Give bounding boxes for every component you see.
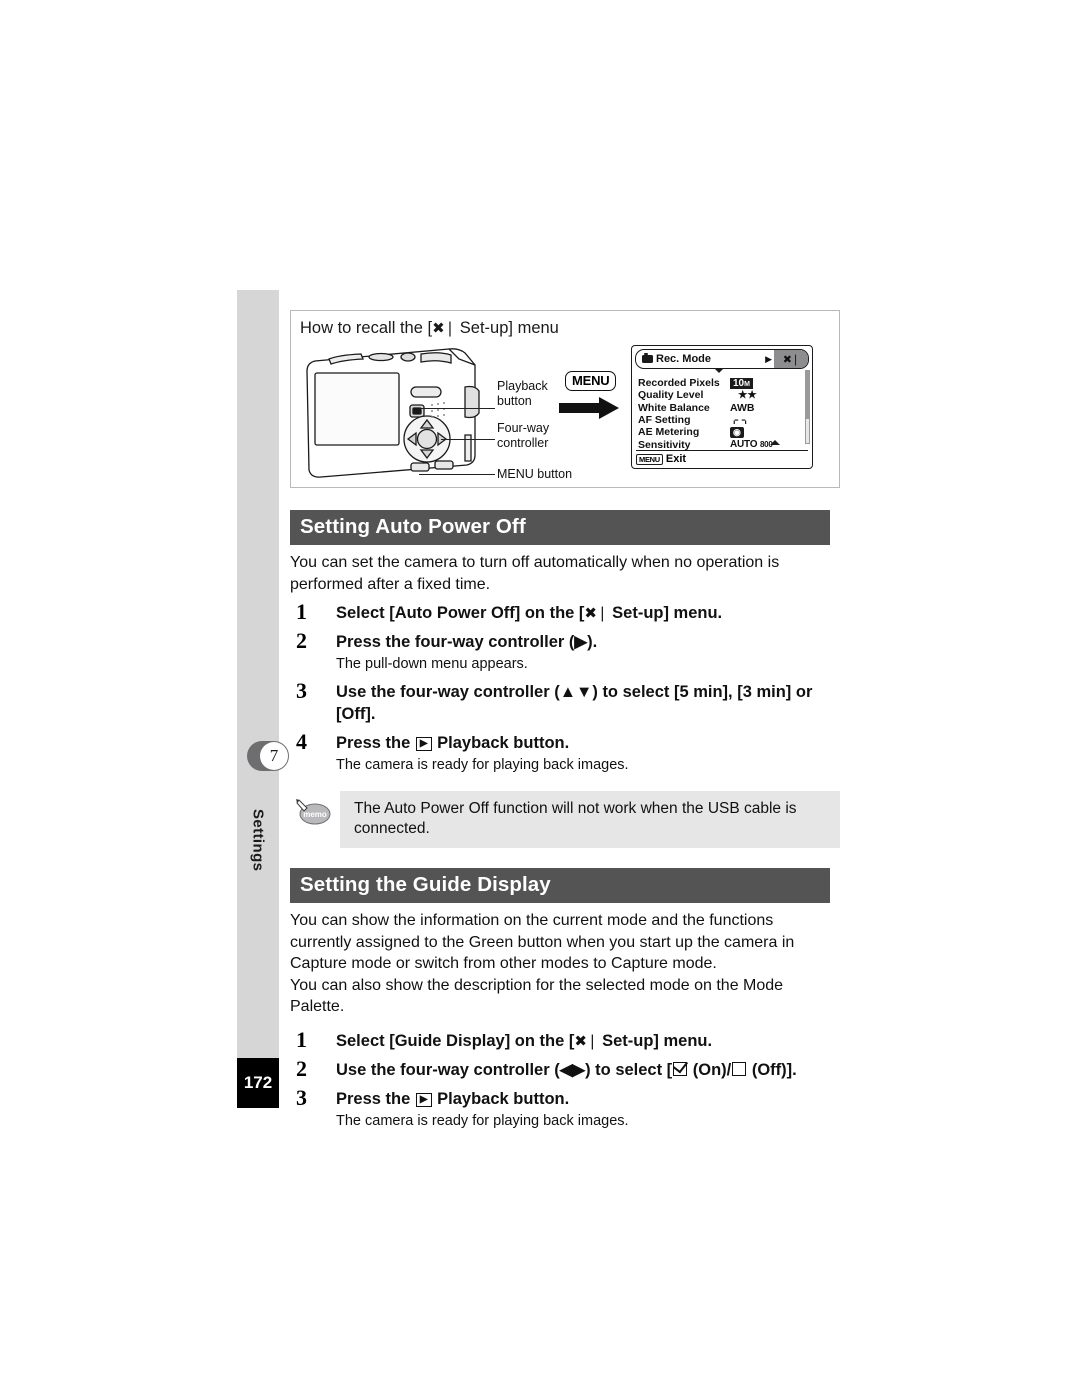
step-item: 3 Use the four-way controller (▲▼) to se… bbox=[290, 678, 842, 725]
lcd-row-label: White Balance bbox=[638, 401, 710, 414]
leader-line-fourway bbox=[441, 439, 495, 440]
leader-line-playback bbox=[419, 408, 495, 409]
lcd-row-label: AE Metering bbox=[638, 426, 700, 439]
memo-block: memo The Auto Power Off function will no… bbox=[296, 791, 840, 848]
callout-playback-button: Playback button bbox=[497, 379, 548, 408]
step-text: Select [Auto Power Off] on the [✖❘ Set-u… bbox=[336, 604, 723, 622]
lcd-scrollbar[interactable] bbox=[805, 370, 810, 444]
checkbox-checked-icon bbox=[673, 1061, 688, 1076]
lcd-row-quality-level[interactable]: Quality Level ★★ bbox=[638, 389, 808, 401]
step-number: 2 bbox=[296, 628, 307, 653]
step-text: Press the four-way controller (▶). bbox=[336, 633, 598, 651]
section-intro: You can show the information on the curr… bbox=[290, 912, 795, 1015]
lcd-row-sensitivity[interactable]: Sensitivity AUTO 800 bbox=[638, 438, 808, 451]
step-note: The pull-down menu appears. bbox=[336, 656, 528, 672]
lcd-footer: MENU Exit bbox=[636, 450, 808, 465]
memo-text: The Auto Power Off function will not wor… bbox=[340, 791, 840, 848]
camera-icon bbox=[642, 353, 653, 363]
recall-box-title: How to recall the [✖❘ Set-up] menu bbox=[300, 319, 559, 338]
section-heading: Setting Auto Power Off bbox=[290, 510, 830, 545]
lcd-row-value: ⌌ ⌍ bbox=[730, 414, 750, 427]
step-number: 1 bbox=[296, 599, 307, 624]
lcd-row-label: Sensitivity bbox=[638, 438, 691, 451]
lcd-row-ae-metering[interactable]: AE Metering ◉ bbox=[638, 426, 808, 439]
recall-title-before: How to recall the [ bbox=[300, 319, 433, 337]
lcd-row-recorded-pixels[interactable]: Recorded Pixels 10M bbox=[638, 377, 808, 390]
step-text: Select [Guide Display] on the [✖❘ Set-up… bbox=[336, 1031, 713, 1050]
chevron-right-icon: ▶ bbox=[765, 353, 772, 364]
recall-title-after: Set-up] menu bbox=[455, 319, 559, 337]
section-heading: Setting the Guide Display bbox=[290, 868, 830, 903]
checkbox-empty-icon bbox=[732, 1061, 747, 1076]
section-intro: You can set the camera to turn off autom… bbox=[290, 554, 780, 593]
step-note: The camera is ready for playing back ima… bbox=[336, 1112, 629, 1129]
chapter-name-label: Settings bbox=[249, 808, 267, 872]
lcd-row-value: 10M bbox=[730, 377, 808, 390]
step-text: Use the four-way controller (▲▼) to sele… bbox=[336, 683, 813, 723]
setup-wrench-icon: ✖❘ bbox=[574, 1031, 598, 1050]
step-number: 1 bbox=[296, 1026, 307, 1052]
chapter-sidebar bbox=[237, 290, 279, 1108]
chapter-badge-number: 7 bbox=[260, 742, 288, 770]
menu-button-chip: MENU bbox=[565, 371, 617, 391]
section-auto-power-off: Setting Auto Power Off You can set the c… bbox=[290, 510, 842, 848]
lcd-footer-label: Exit bbox=[665, 453, 687, 465]
step-item: 2 Press the four-way controller (▶). bbox=[290, 628, 842, 653]
camera-rear-illustration bbox=[306, 348, 480, 478]
callout-four-way-controller: Four-way controller bbox=[497, 421, 550, 450]
step-item: 1 Select [Auto Power Off] on the [✖❘ Set… bbox=[290, 599, 842, 624]
step-text: Use the four-way controller (◀▶) to sele… bbox=[336, 1060, 797, 1079]
lcd-row-af-setting[interactable]: AF Setting ⌌ ⌍ bbox=[638, 414, 808, 426]
recall-setup-menu-box: How to recall the [✖❘ Set-up] menu Playb… bbox=[290, 310, 840, 488]
step-item: 1 Select [Guide Display] on the [✖❘ Set-… bbox=[290, 1026, 842, 1052]
step-item: 3 Press the ▶ Playback button. bbox=[290, 1084, 842, 1110]
lcd-tab-bar: Rec. Mode ▶ ✖❘ bbox=[635, 349, 809, 369]
chapter-name: Settings bbox=[237, 775, 279, 905]
step-item: 4 Press the ▶ Playback button. bbox=[290, 729, 842, 754]
lcd-row-value: AWB bbox=[730, 401, 755, 414]
playback-icon: ▶ bbox=[415, 737, 432, 751]
step-number: 3 bbox=[296, 678, 307, 703]
step-number: 2 bbox=[296, 1055, 307, 1081]
page-number: 172 bbox=[237, 1058, 279, 1108]
lcd-tab-rec-mode[interactable]: Rec. Mode bbox=[636, 353, 765, 365]
leader-line-menubtn bbox=[419, 474, 495, 475]
setup-wrench-icon: ✖❘ bbox=[782, 352, 800, 366]
lcd-row-value: ◉ bbox=[730, 426, 808, 439]
menu-key-icon: MENU bbox=[636, 453, 663, 465]
lcd-row-label: Recorded Pixels bbox=[638, 377, 720, 390]
memo-icon: memo bbox=[296, 799, 331, 825]
setup-wrench-icon: ✖❘ bbox=[584, 604, 608, 622]
camera-lcd-screen: Rec. Mode ▶ ✖❘ Recorded Pixels 10M Quali… bbox=[631, 345, 813, 469]
setup-wrench-icon: ✖❘ bbox=[432, 319, 456, 337]
lcd-selection-caret-icon bbox=[714, 368, 724, 373]
step-note: The camera is ready for playing back ima… bbox=[336, 757, 629, 773]
flow-arrow-icon bbox=[559, 397, 619, 419]
lcd-tab-rec-mode-label: Rec. Mode bbox=[656, 353, 712, 365]
lcd-row-label: AF Setting bbox=[638, 414, 691, 427]
step-item: 2 Use the four-way controller (◀▶) to se… bbox=[290, 1055, 842, 1081]
lcd-row-value: AUTO 800 bbox=[730, 439, 773, 451]
lcd-row-white-balance[interactable]: White Balance AWB bbox=[638, 402, 808, 414]
lcd-scrollbar-thumb[interactable] bbox=[806, 371, 809, 419]
step-text: Press the ▶ Playback button. bbox=[336, 1089, 570, 1108]
lcd-tab-setup[interactable]: ✖❘ bbox=[774, 350, 808, 368]
svg-text:memo: memo bbox=[303, 810, 327, 819]
chapter-badge: 7 bbox=[247, 741, 289, 771]
page-content: How to recall the [✖❘ Set-up] menu Playb… bbox=[290, 310, 842, 1131]
lcd-more-below-caret-icon bbox=[770, 440, 780, 445]
lcd-row-value: ★★ bbox=[738, 389, 757, 402]
step-text: Press the ▶ Playback button. bbox=[336, 734, 570, 752]
lcd-row-label: Quality Level bbox=[638, 389, 704, 402]
step-number: 4 bbox=[296, 729, 307, 754]
step-number: 3 bbox=[296, 1084, 307, 1110]
callout-menu-button: MENU button bbox=[497, 467, 573, 481]
section-guide-display: Setting the Guide Display You can show t… bbox=[290, 868, 842, 1131]
playback-icon: ▶ bbox=[415, 1092, 432, 1107]
lcd-menu-rows: Recorded Pixels 10M Quality Level ★★ Whi… bbox=[638, 377, 808, 451]
